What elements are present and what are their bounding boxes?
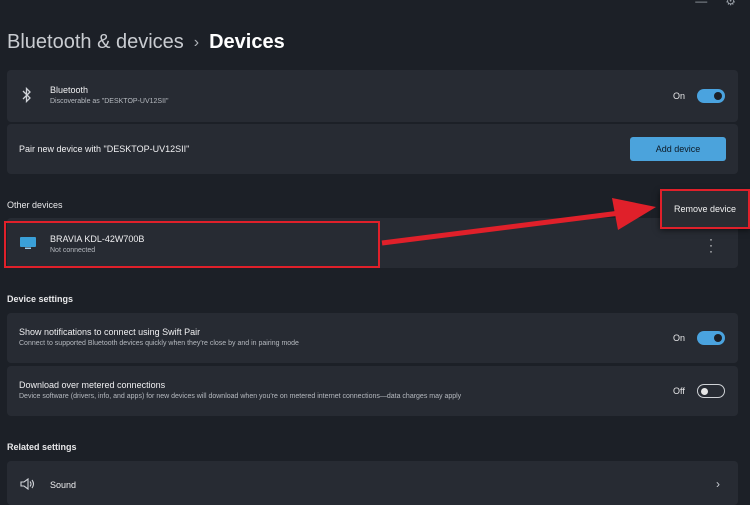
device-settings-heading: Device settings (7, 294, 74, 304)
swift-pair-toggle-label: On (673, 333, 686, 343)
sound-card[interactable]: Sound › (7, 461, 738, 505)
metered-subtitle: Device software (drivers, info, and apps… (19, 393, 462, 400)
swift-pair-toggle[interactable] (697, 331, 725, 345)
swift-pair-title: Show notifications to connect using Swif… (19, 327, 201, 337)
swift-pair-card: Show notifications to connect using Swif… (7, 313, 738, 363)
metered-title: Download over metered connections (19, 380, 166, 390)
speaker-icon (20, 478, 35, 490)
chevron-right-icon: › (716, 477, 720, 491)
metered-toggle[interactable] (697, 384, 725, 398)
swift-pair-subtitle: Connect to supported Bluetooth devices q… (19, 340, 299, 347)
metered-card: Download over metered connections Device… (7, 366, 738, 416)
annotation-arrow (381, 198, 656, 246)
sound-label: Sound (50, 480, 77, 490)
related-settings-heading: Related settings (7, 442, 77, 452)
metered-toggle-label: Off (673, 386, 685, 396)
